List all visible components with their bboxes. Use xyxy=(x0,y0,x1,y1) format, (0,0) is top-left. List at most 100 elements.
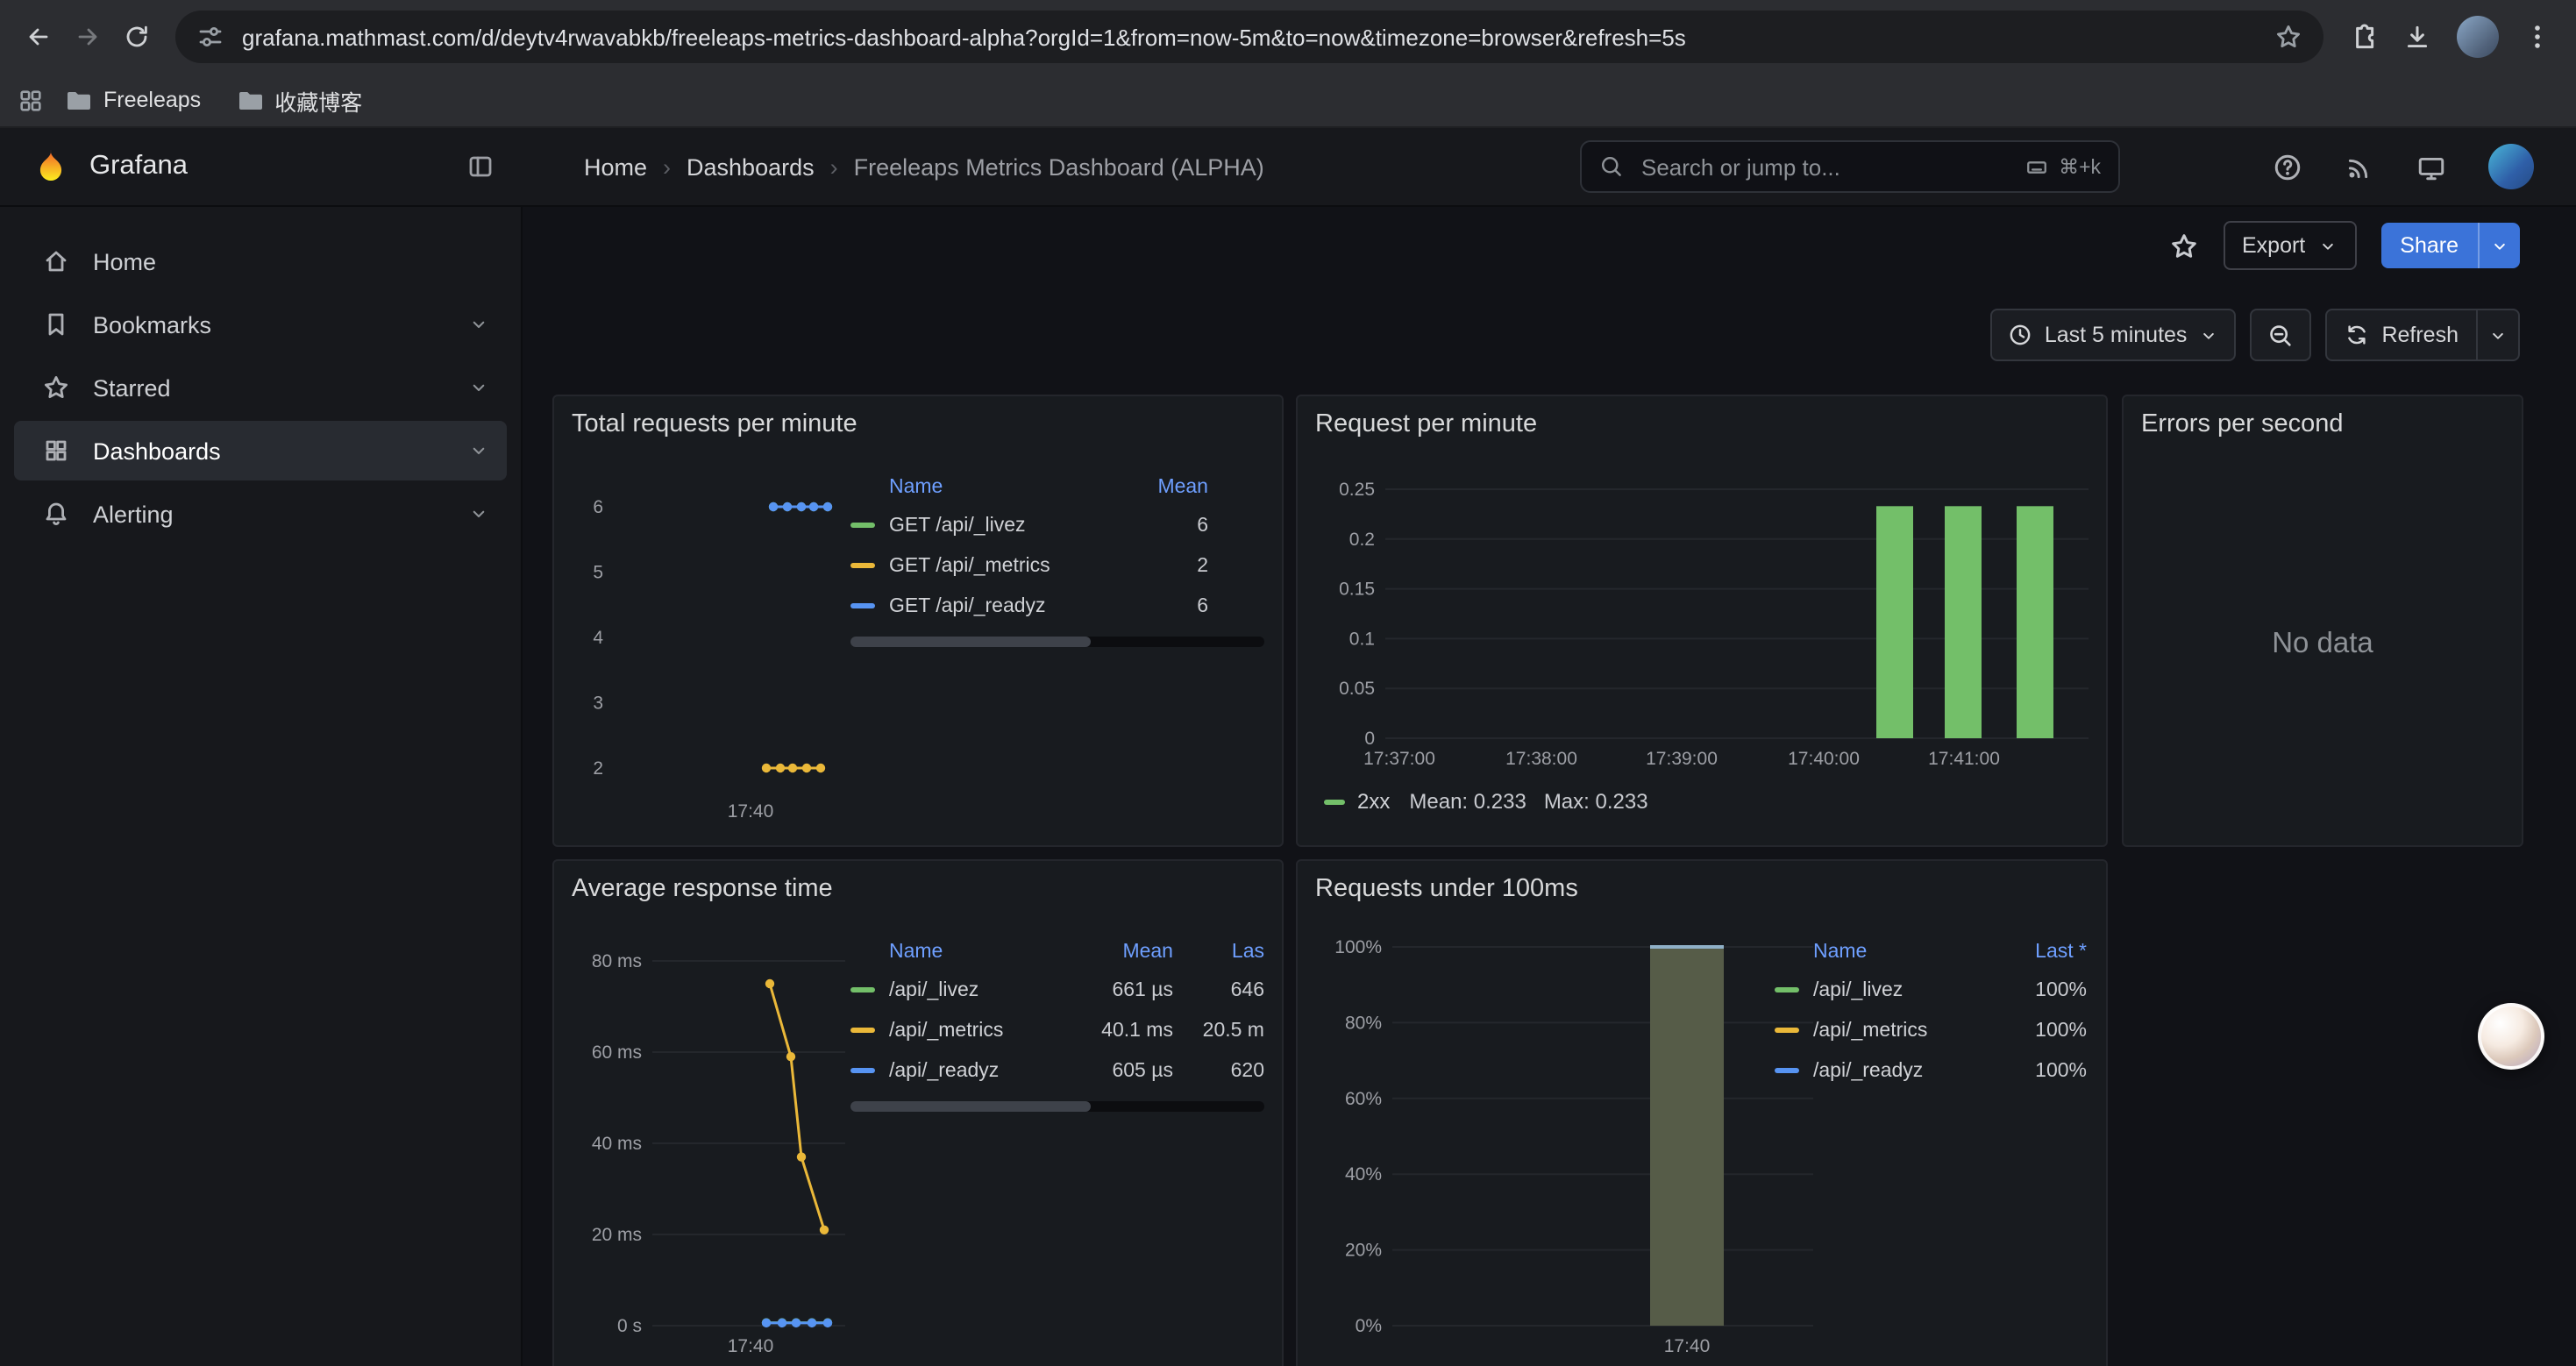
sidebar-item-home[interactable]: Home xyxy=(14,231,507,291)
legend-row[interactable]: GET /api/_readyz 6 xyxy=(850,586,1264,626)
chevron-down-icon[interactable] xyxy=(468,377,489,398)
legend-row[interactable]: /api/_livez 661 µs 646 xyxy=(850,970,1264,1010)
extensions-icon[interactable] xyxy=(2348,22,2378,52)
series-name[interactable]: /api/_livez xyxy=(1813,979,2006,1000)
sidebar-item-alerting[interactable]: Alerting xyxy=(14,484,507,544)
browser-profile-avatar[interactable] xyxy=(2457,16,2499,58)
bookmark-label[interactable]: 收藏博客 xyxy=(274,83,362,117)
brand-title[interactable]: Grafana xyxy=(89,151,188,182)
sidebar-item-dashboards[interactable]: Dashboards xyxy=(14,421,507,480)
legend-header-last[interactable]: Las xyxy=(1173,942,1264,963)
legend-header-mean[interactable]: Mean xyxy=(1096,942,1173,963)
legend-row[interactable]: /api/_readyz 605 µs 620 xyxy=(850,1050,1264,1091)
refresh-sync-icon xyxy=(2345,323,2369,347)
floating-assistant-avatar[interactable] xyxy=(2478,1003,2544,1070)
svg-text:0.1: 0.1 xyxy=(1349,629,1375,649)
sidebar-item-label[interactable]: Dashboards xyxy=(93,438,221,464)
time-range-picker[interactable]: Last 5 minutes xyxy=(1990,309,2237,361)
sidebar-item-label[interactable]: Bookmarks xyxy=(93,311,211,338)
svg-text:40%: 40% xyxy=(1345,1164,1382,1185)
bookmark-folder-freeleaps[interactable]: Freeleaps xyxy=(51,81,215,119)
chevron-down-icon[interactable] xyxy=(468,314,489,335)
bookmark-folder-blogs[interactable]: 收藏博客 xyxy=(222,78,376,122)
user-avatar[interactable] xyxy=(2488,144,2534,189)
series-name[interactable]: /api/_readyz xyxy=(889,1060,1096,1081)
sidebar-item-bookmarks[interactable]: Bookmarks xyxy=(14,295,507,354)
series-name[interactable]: GET /api/_readyz xyxy=(889,595,1121,616)
svg-text:6: 6 xyxy=(593,497,603,517)
refresh-button[interactable]: Refresh xyxy=(2327,310,2476,359)
bookmark-label[interactable]: Freeleaps xyxy=(103,88,201,112)
legend-header-name[interactable]: Name xyxy=(889,477,1121,498)
panel-title[interactable]: Errors per second xyxy=(2141,410,2344,438)
bookmark-star-icon[interactable] xyxy=(2274,23,2302,51)
share-button[interactable]: Share xyxy=(2380,223,2520,268)
legend-scrollbar[interactable] xyxy=(850,1101,1264,1112)
panel-title[interactable]: Requests under 100ms xyxy=(1315,875,1578,903)
folder-icon xyxy=(236,86,264,114)
legend-row[interactable]: GET /api/_livez 6 xyxy=(850,505,1264,545)
svg-text:0.2: 0.2 xyxy=(1349,530,1375,550)
help-icon[interactable] xyxy=(2273,152,2302,181)
series-color-dash xyxy=(850,1028,875,1033)
search-box[interactable]: ⌘+k xyxy=(1580,140,2120,193)
breadcrumb-dashboards[interactable]: Dashboards xyxy=(687,153,815,180)
svg-text:0.25: 0.25 xyxy=(1339,480,1375,500)
svg-text:0 s: 0 s xyxy=(617,1316,642,1336)
rss-icon[interactable] xyxy=(2345,152,2374,181)
refresh-interval-caret[interactable] xyxy=(2476,310,2518,359)
panel-title[interactable]: Request per minute xyxy=(1315,410,1537,438)
zoom-out-button[interactable] xyxy=(2250,309,2311,361)
reload-button[interactable] xyxy=(112,12,161,61)
legend[interactable]: 2xx Mean: 0.233 Max: 0.233 xyxy=(1324,789,1648,814)
sidebar-item-label[interactable]: Alerting xyxy=(93,501,174,527)
grafana-header-left: Grafana xyxy=(0,128,523,205)
url-bar[interactable]: grafana.mathmast.com/d/deytv4rwavabkb/fr… xyxy=(175,11,2323,63)
sidebar-item-label[interactable]: Starred xyxy=(93,374,171,401)
scrollbar-thumb[interactable] xyxy=(850,1101,1091,1112)
chevron-down-icon[interactable] xyxy=(468,503,489,524)
series-color-dash xyxy=(1775,987,1799,992)
series-name[interactable]: 2xx xyxy=(1357,789,1390,814)
series-last: 100% xyxy=(2006,1060,2087,1081)
legend-row[interactable]: GET /api/_metrics 2 xyxy=(850,545,1264,586)
requests-under-100ms-chart: 100%80%60%40%20%0%17:40 xyxy=(1312,938,1820,1366)
back-button[interactable] xyxy=(14,12,63,61)
legend-row[interactable]: /api/_readyz 100% xyxy=(1775,1050,2087,1091)
favorite-star-button[interactable] xyxy=(2168,231,2198,260)
forward-button[interactable] xyxy=(63,12,112,61)
browser-menu-icon[interactable] xyxy=(2523,23,2551,51)
series-name[interactable]: /api/_readyz xyxy=(1813,1060,2006,1081)
sidebar-item-starred[interactable]: Starred xyxy=(14,358,507,417)
dashboard-main: Export Share Last 5 minutes xyxy=(523,207,2576,1366)
series-name[interactable]: GET /api/_metrics xyxy=(889,555,1121,576)
series-name[interactable]: /api/_livez xyxy=(889,979,1096,1000)
download-icon[interactable] xyxy=(2402,22,2432,52)
legend-header-name[interactable]: Name xyxy=(889,942,1096,963)
legend-row[interactable]: /api/_metrics 40.1 ms 20.5 m xyxy=(850,1010,1264,1050)
legend-scrollbar[interactable] xyxy=(850,637,1264,647)
monitor-icon[interactable] xyxy=(2416,152,2446,181)
sidebar-item-label[interactable]: Home xyxy=(93,248,156,274)
share-dropdown-caret[interactable] xyxy=(2478,223,2520,268)
breadcrumb-home[interactable]: Home xyxy=(584,153,647,180)
scrollbar-thumb[interactable] xyxy=(850,637,1091,647)
breadcrumb-current: Freeleaps Metrics Dashboard (ALPHA) xyxy=(854,153,1264,180)
sidebar-toggle[interactable] xyxy=(466,153,495,181)
series-name[interactable]: /api/_metrics xyxy=(1813,1020,2006,1041)
legend-row[interactable]: /api/_metrics 100% xyxy=(1775,1010,2087,1050)
grafana-logo[interactable] xyxy=(32,147,70,186)
legend-row[interactable]: /api/_livez 100% xyxy=(1775,970,2087,1010)
search-input[interactable] xyxy=(1638,152,2010,181)
export-button[interactable]: Export xyxy=(2223,221,2356,270)
legend-header-last[interactable]: Last * xyxy=(2006,942,2087,963)
chevron-down-icon[interactable] xyxy=(468,440,489,461)
url-text[interactable]: grafana.mathmast.com/d/deytv4rwavabkb/fr… xyxy=(242,24,2257,50)
panel-title[interactable]: Average response time xyxy=(572,875,833,903)
legend-header-mean[interactable]: Mean xyxy=(1121,477,1208,498)
apps-grid-icon[interactable] xyxy=(18,87,44,113)
series-name[interactable]: GET /api/_livez xyxy=(889,515,1121,536)
panel-title[interactable]: Total requests per minute xyxy=(572,410,857,438)
legend-header-name[interactable]: Name xyxy=(1813,942,2006,963)
series-name[interactable]: /api/_metrics xyxy=(889,1020,1096,1041)
